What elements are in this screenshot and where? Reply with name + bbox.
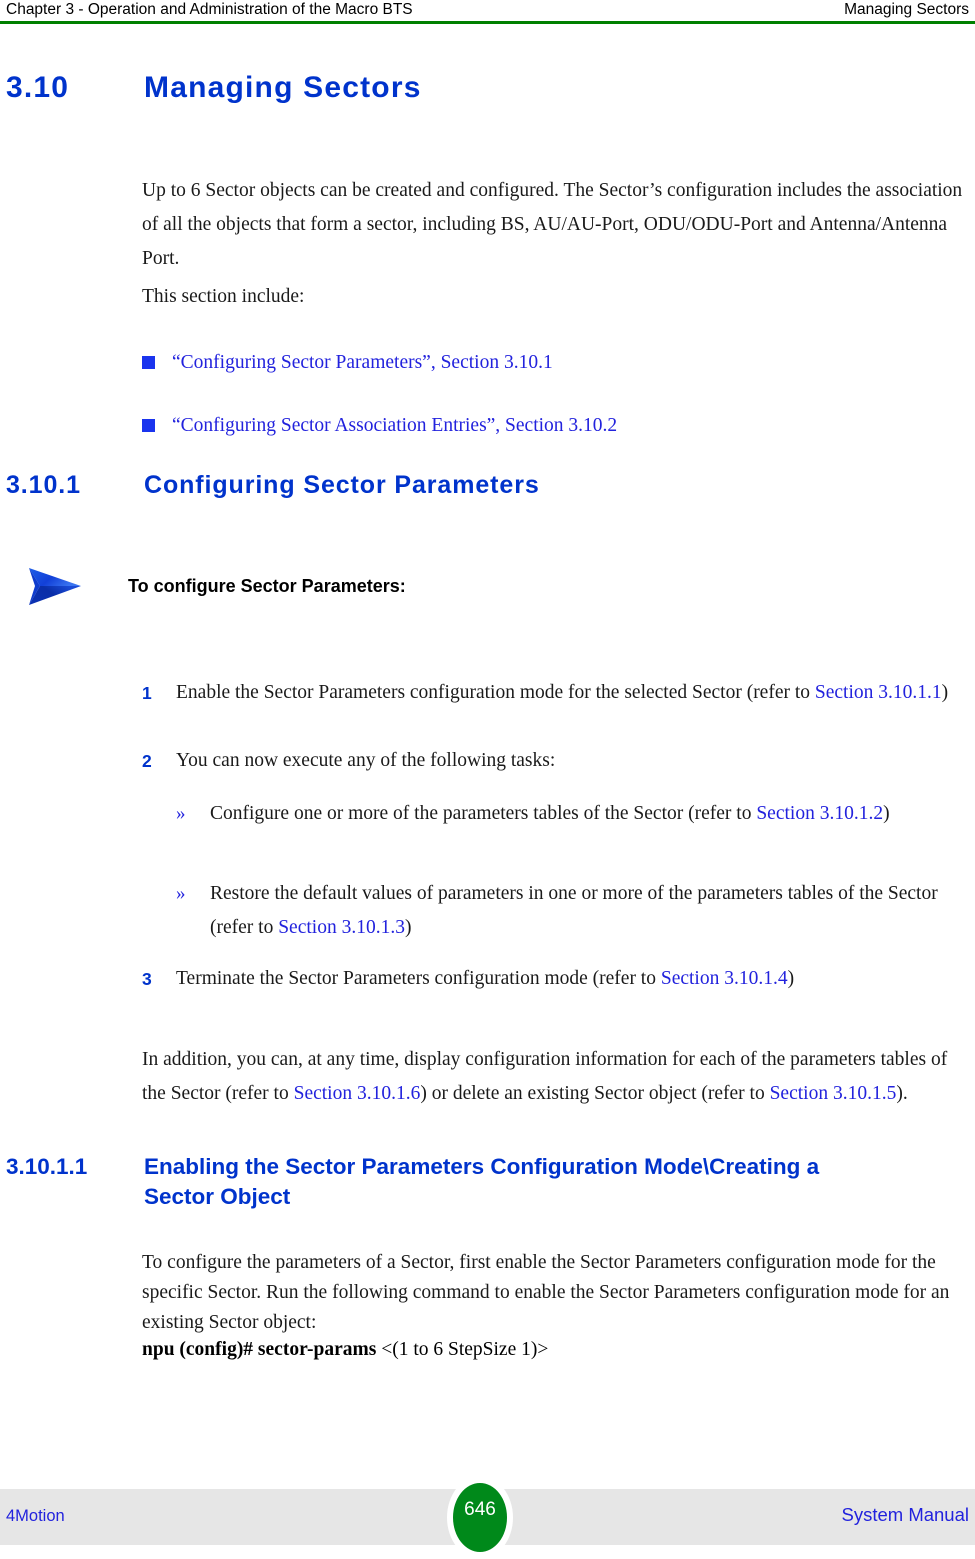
- heading-3-10-1: 3.10.1 Configuring Sector Parameters: [6, 470, 966, 500]
- procedure-header: To configure Sector Parameters:: [26, 565, 926, 611]
- footer-document-title: System Manual: [841, 1504, 970, 1525]
- step-3-text-after: ): [787, 968, 795, 989]
- step-2: 2 You can now execute any of the followi…: [142, 744, 970, 778]
- substep-2-text-after: ): [404, 917, 412, 938]
- square-bullet-icon: [142, 356, 155, 369]
- step-1-text: Enable the Sector Parameters configurati…: [176, 676, 970, 710]
- heading-3-10: 3.10 Managing Sectors: [6, 70, 966, 106]
- step-1-text-after: ): [941, 682, 949, 703]
- page-number-badge: 646: [447, 1476, 513, 1559]
- list-item-section-3-10-2[interactable]: “Configuring Sector Association Entries”…: [142, 411, 967, 441]
- step-1-number: 1: [142, 683, 152, 703]
- step-3-number: 3: [142, 969, 152, 989]
- addendum-text-3: ).: [896, 1083, 908, 1104]
- page-footer: 4Motion 646 System Manual: [0, 1476, 975, 1559]
- addendum-text-2: ) or delete an existing Sector object (r…: [420, 1083, 770, 1104]
- heading-3-10-1-1: 3.10.1.1 Enabling the Sector Parameters …: [6, 1152, 826, 1212]
- addendum-paragraph: In addition, you can, at any time, displ…: [142, 1043, 967, 1111]
- cli-command-argument: <(1 to 6 StepSize 1)>: [376, 1339, 549, 1360]
- heading-3-10-title: Managing Sectors: [144, 71, 422, 104]
- header-section-title: Managing Sectors: [844, 1, 969, 18]
- heading-3-10-1-title: Configuring Sector Parameters: [144, 471, 540, 499]
- addendum-link-2[interactable]: Section 3.10.1.5: [770, 1083, 897, 1104]
- heading-3-10-1-1-number: 3.10.1.1: [6, 1154, 88, 1179]
- step-3-text-before: Terminate the Sector Parameters configur…: [176, 968, 661, 989]
- list-item-section-3-10-1[interactable]: “Configuring Sector Parameters”, Section…: [142, 348, 967, 378]
- heading-3-10-1-1-title: Enabling the Sector Parameters Configura…: [144, 1154, 820, 1209]
- blue-arrow-icon: [26, 565, 88, 609]
- page-header: Chapter 3 - Operation and Administration…: [0, 0, 975, 24]
- substep-1: » Configure one or more of the parameter…: [176, 797, 970, 831]
- intro-paragraph-1: Up to 6 Sector objects can be created an…: [142, 180, 963, 269]
- header-rule: [0, 21, 975, 24]
- step-1-link[interactable]: Section 3.10.1.1: [815, 682, 942, 703]
- square-bullet-icon: [142, 419, 155, 432]
- guillemet-bullet-icon: »: [176, 883, 186, 904]
- page-header-inner: Chapter 3 - Operation and Administration…: [6, 0, 969, 20]
- substep-2-link[interactable]: Section 3.10.1.3: [278, 917, 405, 938]
- substep-1-text-before: Configure one or more of the parameters …: [210, 803, 757, 824]
- footer-product-name: 4Motion: [6, 1507, 65, 1525]
- subsection-paragraph: To configure the parameters of a Sector,…: [142, 1252, 950, 1333]
- substep-1-text-after: ): [883, 803, 890, 824]
- step-2-number: 2: [142, 751, 152, 771]
- intro-paragraph-2: This section include:: [142, 286, 305, 307]
- heading-3-10-number: 3.10: [6, 71, 70, 104]
- addendum-link-1[interactable]: Section 3.10.1.6: [294, 1083, 421, 1104]
- step-3: 3 Terminate the Sector Parameters config…: [142, 962, 970, 996]
- cli-command: npu (config)# sector-params <(1 to 6 Ste…: [142, 1336, 967, 1364]
- list-item-label: “Configuring Sector Association Entries”…: [172, 415, 618, 436]
- heading-3-10-1-number: 3.10.1: [6, 471, 81, 499]
- step-1-text-before: Enable the Sector Parameters configurati…: [176, 682, 815, 703]
- substep-2-text: Restore the default values of parameters…: [210, 877, 970, 945]
- guillemet-bullet-icon: »: [176, 803, 186, 824]
- header-chapter-title: Chapter 3 - Operation and Administration…: [6, 1, 413, 18]
- step-1: 1 Enable the Sector Parameters configura…: [142, 676, 970, 710]
- procedure-title: To configure Sector Parameters:: [128, 576, 406, 596]
- substep-2: » Restore the default values of paramete…: [176, 877, 970, 945]
- page-number: 646: [464, 1499, 496, 1520]
- step-3-text: Terminate the Sector Parameters configur…: [176, 962, 970, 996]
- step-3-link[interactable]: Section 3.10.1.4: [661, 968, 788, 989]
- step-2-text: You can now execute any of the following…: [176, 750, 556, 771]
- cli-command-bold: npu (config)# sector-params: [142, 1339, 377, 1360]
- list-item-label: “Configuring Sector Parameters”, Section…: [172, 352, 553, 373]
- substep-1-text: Configure one or more of the parameters …: [210, 797, 970, 831]
- substep-1-link[interactable]: Section 3.10.1.2: [756, 803, 883, 824]
